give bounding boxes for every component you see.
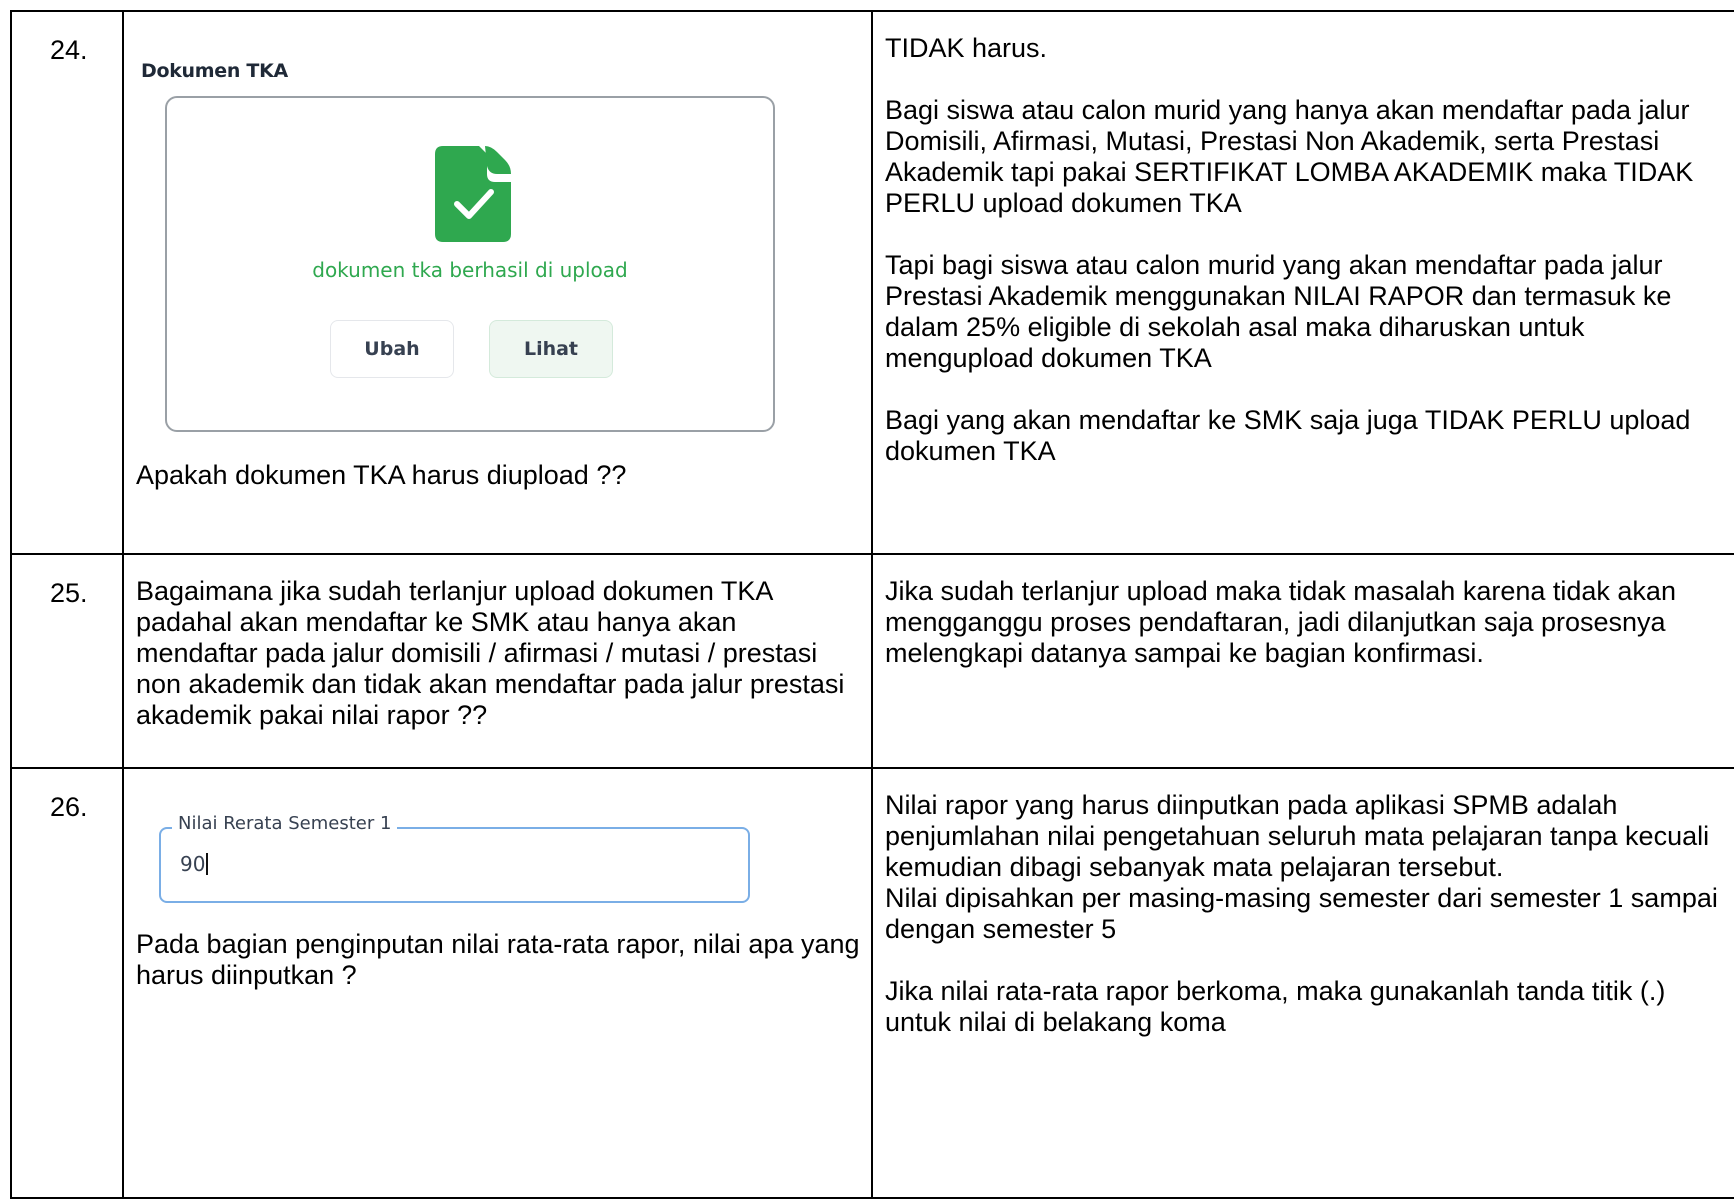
text-caret: [206, 853, 208, 875]
question-cell: Dokumen TKA dokumen tka berhasil di uplo…: [122, 10, 873, 555]
question-text: Bagaimana jika sudah terlanjur upload do…: [136, 576, 845, 730]
answer-paragraph: Bagi siswa atau calon murid yang hanya a…: [885, 95, 1694, 218]
question-cell: Bagaimana jika sudah terlanjur upload do…: [122, 553, 873, 769]
score-input-field[interactable]: [159, 827, 750, 903]
score-input-label: Nilai Rerata Semester 1: [172, 813, 398, 835]
document-check-icon: [435, 146, 511, 242]
answer-paragraph: Tapi bagi siswa atau calon murid yang ak…: [885, 250, 1672, 373]
answer-cell: Jika sudah terlanjur upload maka tidak m…: [871, 553, 1734, 769]
question-cell: Nilai Rerata Semester 1 90 Pada bagian p…: [122, 767, 873, 1199]
change-button[interactable]: Ubah: [330, 320, 454, 378]
row-number: 24.: [10, 10, 124, 555]
view-button[interactable]: Lihat: [489, 320, 613, 378]
row-number: 26.: [10, 767, 124, 1199]
row-number: 25.: [10, 553, 124, 769]
upload-card-mock: Dokumen TKA dokumen tka berhasil di uplo…: [124, 12, 871, 490]
upload-success-text: dokumen tka berhasil di upload: [312, 258, 628, 282]
answer-paragraph: Nilai rapor yang harus diinputkan pada a…: [885, 790, 1718, 944]
answer-paragraph: Jika nilai rata-rata rapor berkoma, maka…: [885, 976, 1666, 1037]
table-row: 24. Dokumen TKA dokumen tka berhasil di …: [10, 10, 1734, 555]
score-input-mock: Nilai Rerata Semester 1 90 Pada bagian p…: [124, 769, 871, 1189]
faq-table: 24. Dokumen TKA dokumen tka berhasil di …: [10, 10, 1734, 1199]
question-text: Apakah dokumen TKA harus diupload ??: [136, 460, 627, 490]
answer-paragraph: Jika sudah terlanjur upload maka tidak m…: [885, 576, 1676, 668]
score-value-text: 90: [180, 852, 206, 876]
table-row: 25. Bagaimana jika sudah terlanjur uploa…: [10, 553, 1734, 769]
answer-cell: Nilai rapor yang harus diinputkan pada a…: [871, 767, 1734, 1199]
question-text: Pada bagian penginputan nilai rata-rata …: [136, 929, 860, 990]
table-row: 26. Nilai Rerata Semester 1 90 Pada bagi…: [10, 767, 1734, 1199]
upload-card-title: Dokumen TKA: [141, 60, 288, 82]
score-input-value[interactable]: 90: [180, 851, 208, 877]
answer-paragraph: TIDAK harus.: [885, 33, 1048, 63]
answer-paragraph: Bagi yang akan mendaftar ke SMK saja jug…: [885, 405, 1691, 466]
upload-box: dokumen tka berhasil di upload Ubah Liha…: [165, 96, 775, 432]
answer-cell: TIDAK harus. Bagi siswa atau calon murid…: [871, 10, 1734, 555]
